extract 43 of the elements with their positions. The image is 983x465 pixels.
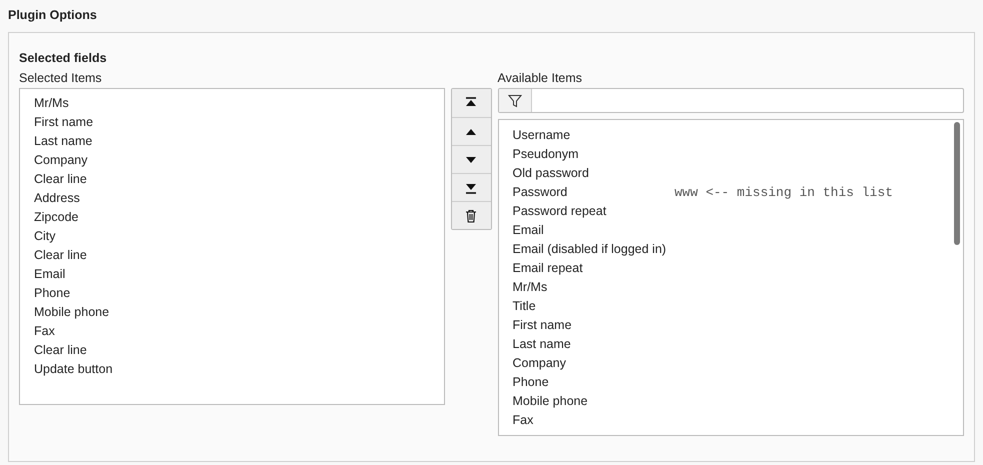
list-item[interactable]: Update button	[34, 360, 444, 379]
list-item[interactable]: Clear line	[34, 170, 444, 189]
list-item[interactable]: Mr/Ms	[512, 278, 674, 297]
list-item[interactable]: Pseudonym	[512, 145, 674, 164]
list-label: Selected Items	[19, 70, 103, 87]
list-item[interactable]: City	[34, 227, 444, 246]
annotation-note: www <-- missing in this list	[674, 184, 893, 202]
filter-field[interactable]	[498, 88, 964, 113]
trash-icon	[464, 208, 478, 222]
list-item[interactable]: Address	[34, 189, 444, 208]
list-item[interactable]: Clear line	[34, 341, 444, 360]
list-item[interactable]: Username	[512, 126, 674, 145]
available-items-list[interactable]: Username Pseudonym Old password Password www <-- missing in this list Password repeat Email Email (disabled if logged in) Email repeat Mr/Ms Title First name Last name Company Phone Mobile phone Fax	[498, 119, 964, 436]
list-item[interactable]: Email repeat	[512, 259, 674, 278]
list-item[interactable]: Password repeat	[512, 202, 674, 221]
list-label: Available Items	[498, 70, 584, 87]
remove-button[interactable]	[452, 201, 491, 229]
list-item[interactable]: Company	[512, 354, 674, 373]
list-item[interactable]: Last name	[34, 132, 444, 151]
panel-title: Selected fields	[19, 50, 108, 67]
section-title: Plugin Options	[8, 7, 98, 24]
list-item[interactable]: Company	[34, 151, 444, 170]
list-item[interactable]: Title	[512, 297, 674, 316]
list-item[interactable]: First name	[34, 113, 444, 132]
selected-items-list[interactable]: Mr/Ms First name Last name Company Clear line Address Zipcode City Clear line Email Phone Mobile phone Fax Clear line Update button	[19, 88, 445, 405]
list-item[interactable]: Old password	[512, 164, 674, 183]
list-item[interactable]: Email (disabled if logged in)	[512, 240, 674, 259]
list-item[interactable]: First name	[512, 316, 674, 335]
list-item[interactable]: Clear line	[34, 246, 444, 265]
list-item[interactable]: Mr/Ms	[34, 94, 444, 113]
list-item[interactable]: Fax	[512, 411, 674, 430]
scrollbar-thumb[interactable]	[954, 122, 960, 245]
filter-icon	[508, 94, 522, 108]
list-item[interactable]: Email	[512, 221, 674, 240]
list-item[interactable]: Password	[512, 183, 674, 202]
list-item[interactable]: Phone	[34, 284, 444, 303]
list-item[interactable]: Phone	[512, 373, 674, 392]
list-item[interactable]: Email	[34, 265, 444, 284]
list-item[interactable]: Last name	[512, 335, 674, 354]
list-item[interactable]: Fax	[34, 322, 444, 341]
list-item[interactable]: Zipcode	[34, 208, 444, 227]
list-item[interactable]: Mobile phone	[34, 303, 444, 322]
list-item[interactable]: Mobile phone	[512, 392, 674, 411]
